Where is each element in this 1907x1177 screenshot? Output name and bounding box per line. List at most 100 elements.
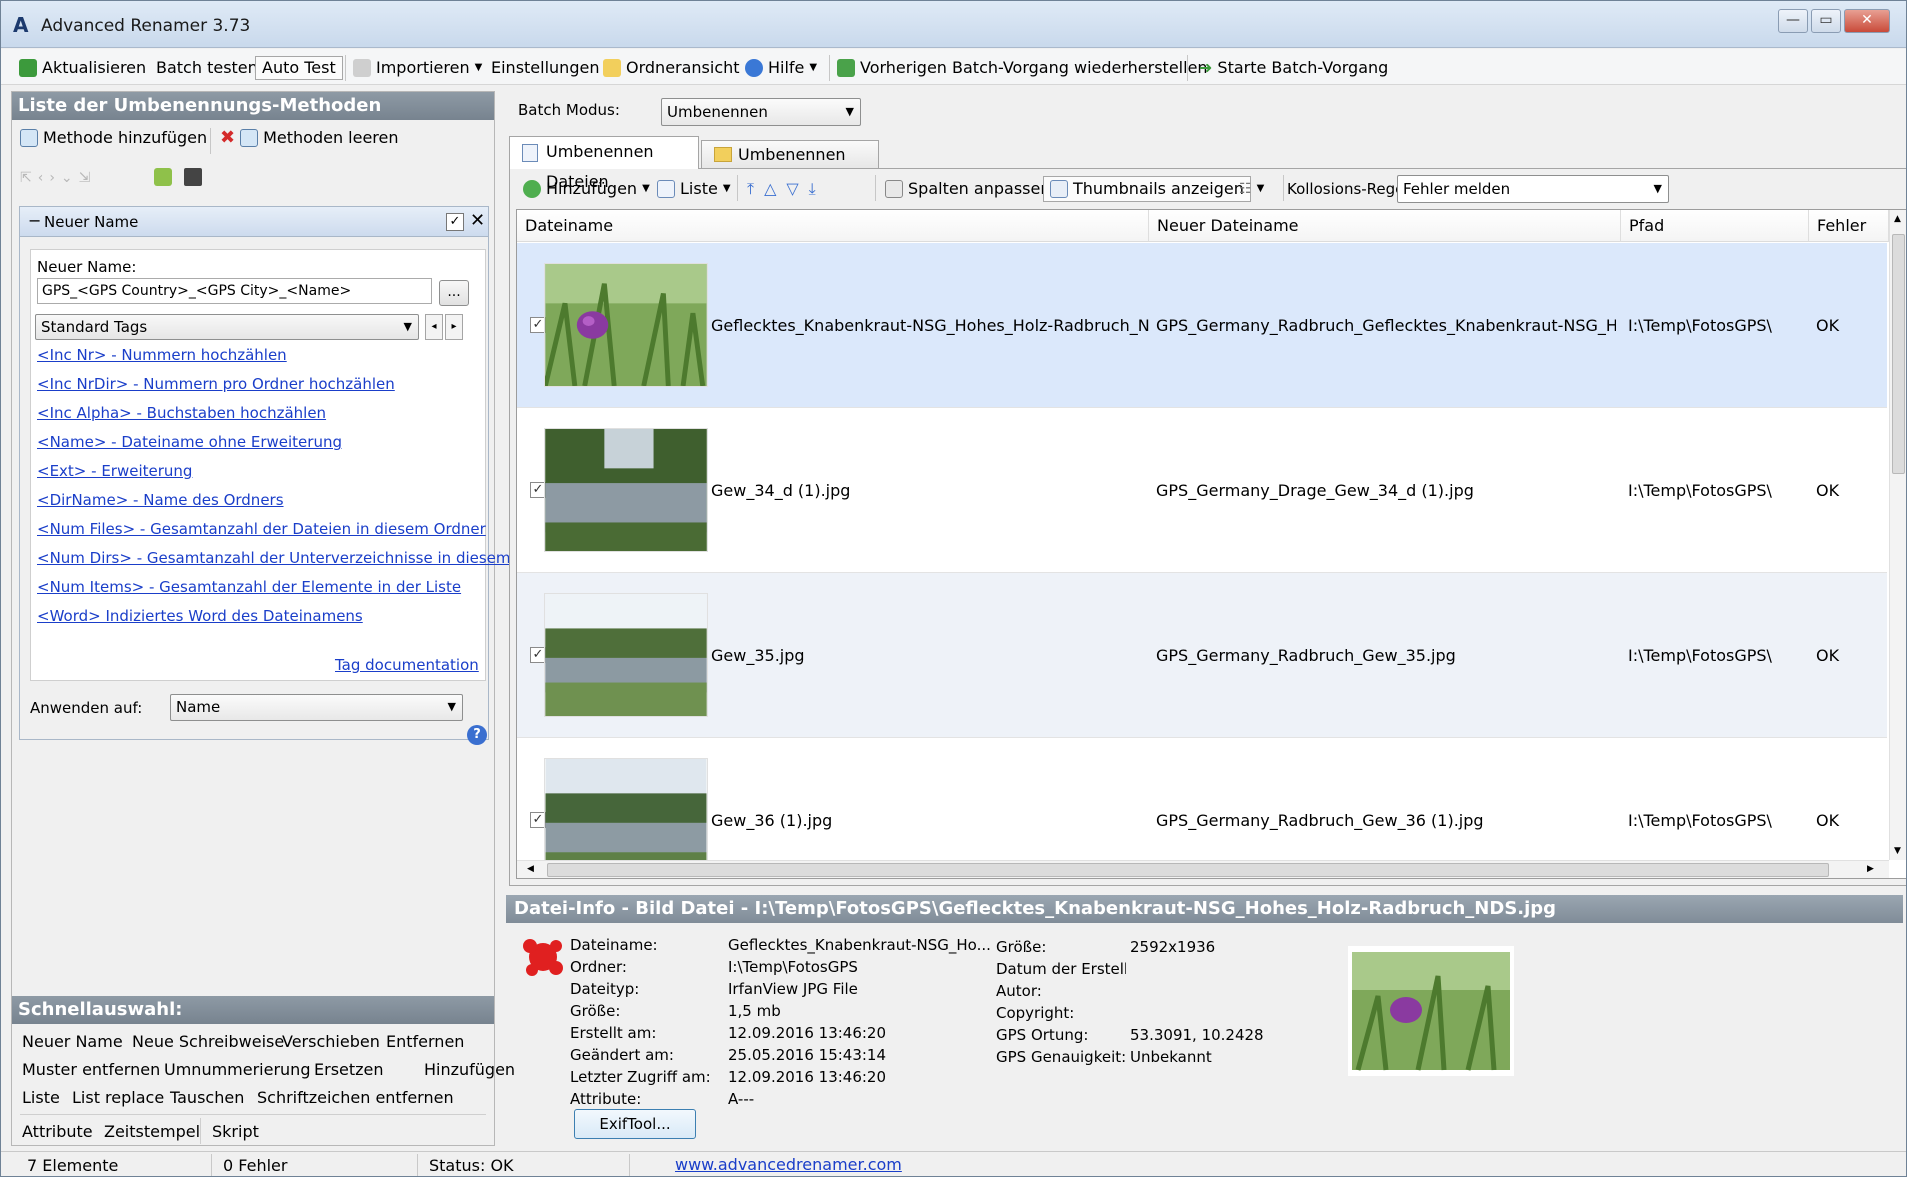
move-items-icons[interactable]: ⤒△▽⤓ — [747, 179, 826, 199]
column-header-path[interactable]: Pfad — [1621, 210, 1809, 242]
quick-remove-chars[interactable]: Schriftzeichen entfernen — [257, 1088, 454, 1107]
scrollbar-thumb[interactable] — [547, 863, 1829, 877]
quick-add[interactable]: Hinzufügen — [424, 1060, 515, 1079]
help-button[interactable]: Hilfe ▼ — [745, 56, 817, 80]
help-icon[interactable]: ? — [467, 725, 487, 745]
quick-replace[interactable]: Ersetzen — [314, 1060, 384, 1079]
horizontal-scrollbar[interactable]: ◀ ▶ — [517, 860, 1889, 878]
path-cell: I:\Temp\FotosGPS\ — [1628, 316, 1772, 335]
refresh-button[interactable]: Aktualisieren — [19, 56, 146, 80]
undo-icon — [837, 59, 855, 77]
tag-documentation-link[interactable]: Tag documentation — [335, 656, 479, 674]
info-value: 2592x1936 — [1130, 938, 1216, 956]
methods-panel: Liste der Umbenennungs-Methoden Methode … — [11, 91, 527, 1146]
start-batch-button[interactable]: ➜ Starte Batch-Vorgang — [1199, 56, 1388, 80]
tag-link[interactable]: <Inc NrDir> - Nummern pro Ordner hochzäh… — [37, 375, 395, 393]
load-preset-icon[interactable] — [154, 168, 172, 186]
main-toolbar: Aktualisieren Batch testen Auto Test Imp… — [1, 49, 1906, 85]
quick-list[interactable]: Liste — [22, 1088, 60, 1107]
view-mode-button[interactable]: ☷ ▼ — [1239, 177, 1264, 201]
fit-columns-button[interactable]: Spalten anpassen — [885, 177, 1050, 201]
view-list-icon: ☷ — [1239, 181, 1252, 197]
new-name-input[interactable]: GPS_<GPS Country>_<GPS City>_<Name> — [37, 278, 432, 304]
tags-dropdown[interactable]: Standard Tags ▼ — [35, 314, 419, 340]
tags-prev-icon[interactable]: ◂ — [425, 314, 443, 340]
divider — [417, 1154, 418, 1176]
import-button[interactable]: Importieren ▼ — [353, 56, 482, 80]
thumbnails-toggle[interactable]: Thumbnails anzeigen — [1043, 176, 1251, 202]
clear-list-icon — [240, 129, 259, 147]
close-icon[interactable]: ✕ — [470, 210, 485, 231]
toolbar-separator — [829, 55, 830, 81]
error-count: 0 Fehler — [223, 1156, 288, 1175]
table-row[interactable]: ✓ Geflecktes_Knabenkraut-NSG_Hohes_Holz-… — [517, 243, 1887, 408]
chevron-down-icon: ▼ — [845, 105, 854, 118]
scroll-up-icon[interactable]: ▲ — [1894, 214, 1901, 224]
save-icon[interactable] — [184, 168, 202, 186]
info-value: IrfanView JPG File — [728, 980, 858, 998]
settings-button[interactable]: Einstellungen — [491, 56, 599, 80]
list-menu-button[interactable]: Liste ▼ — [657, 177, 731, 201]
tab-rename-files[interactable]: Umbenennen Dateien — [509, 136, 699, 191]
help-icon — [745, 59, 763, 77]
info-label: Größe: — [570, 1002, 621, 1020]
info-label: Größe: — [996, 938, 1047, 956]
quick-attributes[interactable]: Attribute — [22, 1122, 93, 1141]
apply-to-dropdown[interactable]: Name ▼ — [170, 694, 463, 721]
tags-next-icon[interactable]: ▸ — [445, 314, 463, 340]
quick-remove[interactable]: Entfernen — [386, 1032, 464, 1051]
add-method-button[interactable]: Methode hinzufügen — [20, 126, 207, 150]
restore-batch-button[interactable]: Vorherigen Batch-Vorgang wiederherstelle… — [837, 56, 1208, 80]
column-header-error[interactable]: Fehler — [1809, 210, 1889, 242]
tab-rename-folders[interactable]: Umbenennen Ordner — [701, 140, 879, 192]
exiftool-button[interactable]: ExifTool... — [574, 1109, 696, 1139]
batch-mode-dropdown[interactable]: Umbenennen ▼ — [661, 98, 861, 126]
batch-test-button[interactable]: Batch testen — [156, 56, 258, 80]
scroll-left-icon[interactable]: ◀ — [527, 864, 534, 874]
quick-renumber[interactable]: Umnummerierung — [164, 1060, 310, 1079]
quick-move[interactable]: Verschieben — [282, 1032, 380, 1051]
collision-rule-dropdown[interactable]: Fehler melden ▼ — [1397, 175, 1669, 203]
quick-new-name[interactable]: Neuer Name — [22, 1032, 123, 1051]
quick-script[interactable]: Skript — [212, 1122, 259, 1141]
method-header[interactable]: − Neuer Name ✓ ✕ — [20, 207, 488, 237]
error-cell: OK — [1816, 316, 1840, 335]
quick-case[interactable]: Neue Schreibweise — [132, 1032, 284, 1051]
tag-link[interactable]: <Ext> - Erweiterung — [37, 462, 192, 480]
tag-link[interactable]: <Num Dirs> - Gesamtanzahl der Unterverze… — [37, 549, 527, 567]
quick-remove-pattern[interactable]: Muster entfernen — [22, 1060, 160, 1079]
quick-list-replace[interactable]: List replace — [72, 1088, 164, 1107]
browse-button[interactable]: ... — [439, 280, 469, 306]
batch-mode-label: Batch Modus: — [518, 101, 620, 119]
scroll-down-icon[interactable]: ▼ — [1894, 846, 1901, 856]
table-row[interactable]: ✓ Gew_36 (1).jpg GPS_Germany_Radbruch_Ge… — [517, 738, 1887, 878]
column-header-filename[interactable]: Dateiname — [517, 210, 1149, 242]
auto-test-toggle[interactable]: Auto Test — [255, 56, 343, 80]
quick-swap[interactable]: Tauschen — [170, 1088, 244, 1107]
collapse-icon[interactable]: − — [28, 211, 41, 230]
table-row[interactable]: ✓ Gew_35.jpg GPS_Germany_Radbruch_Gew_35… — [517, 573, 1887, 738]
minimize-button[interactable]: — — [1778, 9, 1808, 33]
tag-link[interactable]: <DirName> - Name des Ordners — [37, 491, 284, 509]
column-header-new-filename[interactable]: Neuer Dateiname — [1149, 210, 1621, 242]
tag-link[interactable]: <Word> Indiziertes Word des Dateinamens — [37, 607, 363, 625]
website-link[interactable]: www.advancedrenamer.com — [675, 1155, 902, 1174]
vertical-scrollbar[interactable]: ▲ ▼ — [1889, 210, 1906, 860]
methods-panel-title: Liste der Umbenennungs-Methoden — [12, 92, 494, 120]
scrollbar-thumb[interactable] — [1892, 234, 1905, 474]
tag-link[interactable]: <Num Files> - Gesamtanzahl der Dateien i… — [37, 520, 486, 538]
tag-link[interactable]: <Num Items> - Gesamtanzahl der Elemente … — [37, 578, 461, 596]
close-button[interactable]: ✕ — [1844, 9, 1890, 33]
table-row[interactable]: ✓ Gew_34_d (1).jpg GPS_Germany_Drage_Gew… — [517, 408, 1887, 573]
scroll-right-icon[interactable]: ▶ — [1867, 864, 1874, 874]
tag-link[interactable]: <Name> - Dateiname ohne Erweiterung — [37, 433, 342, 451]
folder-view-button[interactable]: Ordneransicht — [603, 56, 740, 80]
tag-link[interactable]: <Inc Alpha> - Buchstaben hochzählen — [37, 404, 326, 422]
add-icon — [523, 180, 541, 198]
maximize-button[interactable]: ▭ — [1811, 9, 1841, 33]
refresh-icon — [19, 59, 37, 77]
method-enabled-checkbox[interactable]: ✓ — [446, 213, 464, 231]
tag-link[interactable]: <Inc Nr> - Nummern hochzählen — [37, 346, 287, 364]
clear-methods-button[interactable]: ✖ Methoden leeren — [220, 126, 399, 150]
quick-timestamp[interactable]: Zeitstempel — [104, 1122, 200, 1141]
